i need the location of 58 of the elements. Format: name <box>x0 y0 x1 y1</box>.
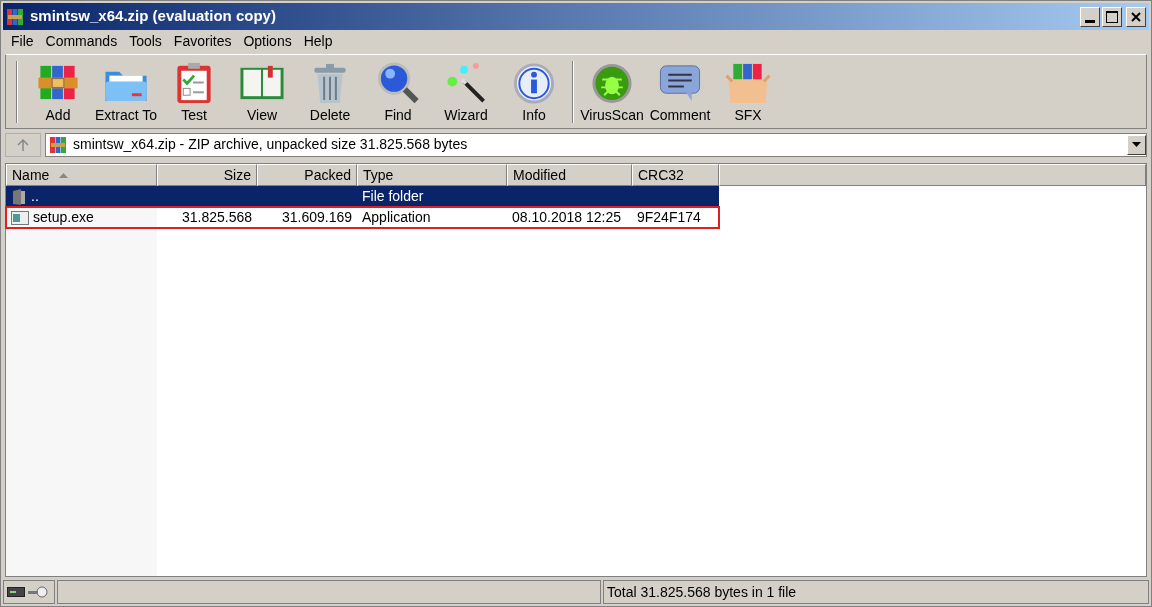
file-name: setup.exe <box>33 208 94 227</box>
window-title: smintsw_x64.zip (evaluation copy) <box>30 6 276 27</box>
close-button[interactable] <box>1126 6 1146 27</box>
folder-icon <box>11 187 27 206</box>
selected-row[interactable]: .. File folder <box>6 186 719 207</box>
address-field[interactable]: smintsw_x64.zip - ZIP archive, unpacked size 31.825.568 bytes <box>45 132 1147 157</box>
table-cell-text: 31.609.169 <box>281 208 352 227</box>
column-label: CRC32 <box>638 165 684 185</box>
column-header[interactable]: Type <box>357 164 507 186</box>
menu-item[interactable]: Options <box>237 30 298 52</box>
table-cell-text: 9F24F174 <box>637 208 701 227</box>
maximize-button[interactable] <box>1102 6 1122 27</box>
key-icon <box>28 586 48 598</box>
column-header[interactable]: Size <box>157 164 257 186</box>
archive-icon <box>49 135 67 154</box>
address-text: smintsw_x64.zip - ZIP archive, unpacked size 31.825.568 bytes <box>73 135 468 154</box>
column-header[interactable]: Name <box>6 164 157 186</box>
drive-icon <box>7 587 25 597</box>
maximize-icon <box>1106 10 1118 23</box>
menu-item[interactable]: Help <box>297 30 339 52</box>
toolbar-button[interactable]: SFX <box>714 57 782 126</box>
menu-item[interactable]: Commands <box>39 30 124 52</box>
table-cell-text: 31.825.568 <box>181 208 252 227</box>
toolbar-button[interactable]: Test <box>160 57 228 126</box>
table-cell-text: Application <box>362 208 431 227</box>
toolbar-button[interactable]: Wizard <box>432 57 500 126</box>
table-cell-text: File folder <box>362 187 424 206</box>
dropdown-button[interactable] <box>1127 134 1146 155</box>
status-text: Total 31.825.568 bytes in 1 file <box>607 582 797 602</box>
toolbar-button[interactable]: Comment <box>646 57 714 126</box>
toolbar-button[interactable]: VirusScan <box>578 57 646 126</box>
menu-item[interactable]: Favorites <box>167 30 238 52</box>
toolbar-button[interactable]: Add <box>24 57 92 126</box>
toolbar-button[interactable]: Extract To <box>92 57 160 126</box>
column-header[interactable]: Modified <box>507 164 632 186</box>
table-cell-text: 08.10.2018 12:25 <box>512 208 621 227</box>
minimize-button[interactable] <box>1080 6 1100 27</box>
archive-icon <box>6 7 24 26</box>
toolbar-button[interactable]: View <box>228 57 296 126</box>
up-arrow-icon <box>16 137 30 152</box>
menu-item[interactable]: Tools <box>123 30 168 52</box>
application-icon <box>11 210 29 225</box>
column-label: Size <box>223 165 251 185</box>
file-name: .. <box>31 187 39 206</box>
toolbar-button[interactable]: Delete <box>296 57 364 126</box>
close-icon <box>1131 11 1141 22</box>
table-row[interactable]: setup.exe 31.825.568 31.609.169 Application 08.10.2018 12:25 9F24F174 <box>6 207 719 228</box>
column-header[interactable]: Packed <box>257 164 357 186</box>
column-header[interactable]: CRC32 <box>632 164 719 186</box>
menu-item[interactable]: File <box>5 30 40 52</box>
toolbar-button[interactable]: Info <box>500 57 568 126</box>
toolbar-button[interactable]: Find <box>364 57 432 126</box>
column-label: Type <box>363 165 394 185</box>
minimize-icon <box>1085 19 1095 23</box>
column-label: Packed <box>304 165 351 185</box>
caret-icon <box>1132 142 1141 147</box>
column-label: Modified <box>513 165 566 185</box>
column-label: Name <box>12 165 50 185</box>
